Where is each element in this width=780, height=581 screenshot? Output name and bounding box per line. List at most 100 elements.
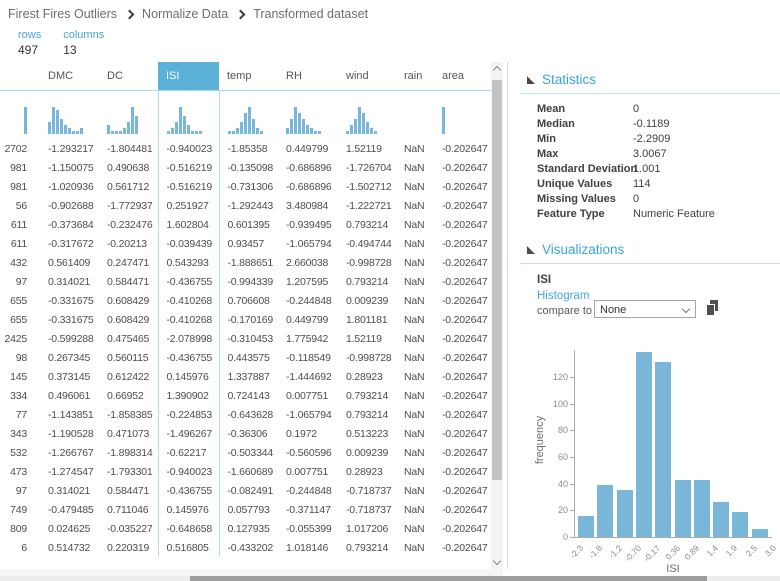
column-header-clipped[interactable] bbox=[0, 62, 40, 91]
table-cell[interactable]: NaN bbox=[396, 291, 434, 310]
table-cell[interactable]: NaN bbox=[396, 405, 434, 424]
table-cell[interactable]: 0.724143 bbox=[219, 386, 278, 405]
column-header-area[interactable]: area bbox=[434, 62, 492, 91]
table-cell[interactable]: -0.718737 bbox=[338, 500, 396, 519]
table-cell[interactable]: -0.686896 bbox=[278, 158, 338, 177]
table-cell[interactable]: 0.561409 bbox=[40, 253, 99, 272]
table-cell[interactable]: -0.718737 bbox=[338, 481, 396, 500]
table-cell[interactable]: -0.202647 bbox=[434, 177, 492, 196]
table-cell[interactable]: 1.801181 bbox=[338, 310, 396, 329]
vertical-scrollbar-thumb[interactable] bbox=[492, 80, 502, 480]
table-cell[interactable]: -0.643628 bbox=[219, 405, 278, 424]
table-cell[interactable]: 98 bbox=[0, 348, 40, 367]
table-cell[interactable]: 0.560115 bbox=[99, 348, 158, 367]
table-cell[interactable]: 611 bbox=[0, 215, 40, 234]
table-cell[interactable]: 0.496061 bbox=[40, 386, 99, 405]
table-cell[interactable]: -1.496267 bbox=[157, 424, 220, 443]
table-cell[interactable]: -0.202647 bbox=[434, 158, 492, 177]
table-cell[interactable]: -0.202647 bbox=[434, 253, 492, 272]
table-cell[interactable]: -0.202647 bbox=[434, 481, 492, 500]
table-cell[interactable]: 981 bbox=[0, 158, 40, 177]
copy-icon[interactable] bbox=[706, 300, 720, 316]
table-cell[interactable]: -0.244848 bbox=[278, 291, 338, 310]
table-cell[interactable]: 0.373145 bbox=[40, 367, 99, 386]
table-cell[interactable]: -1.793301 bbox=[99, 462, 158, 481]
table-cell[interactable]: -0.436755 bbox=[157, 481, 220, 500]
table-cell[interactable]: -0.202647 bbox=[434, 443, 492, 462]
table-cell[interactable]: -0.118549 bbox=[278, 348, 338, 367]
table-cell[interactable]: -0.516219 bbox=[157, 158, 220, 177]
table-cell[interactable]: 0.251927 bbox=[157, 196, 220, 215]
table-cell[interactable]: 343 bbox=[0, 424, 40, 443]
table-cell[interactable]: -0.039439 bbox=[157, 234, 220, 253]
table-cell[interactable]: 0.475465 bbox=[99, 329, 158, 348]
table-cell[interactable]: -0.317672 bbox=[40, 234, 99, 253]
table-cell[interactable]: -1.150075 bbox=[40, 158, 99, 177]
table-cell[interactable]: 3.480984 bbox=[278, 196, 338, 215]
table-cell[interactable]: -0.055399 bbox=[278, 519, 338, 538]
table-cell[interactable]: NaN bbox=[396, 158, 434, 177]
table-cell[interactable]: -0.202647 bbox=[434, 196, 492, 215]
column-header-ISI[interactable]: ISI bbox=[158, 62, 219, 91]
table-cell[interactable]: 0.608429 bbox=[99, 291, 158, 310]
table-cell[interactable]: NaN bbox=[396, 177, 434, 196]
table-cell[interactable]: -0.202647 bbox=[434, 462, 492, 481]
table-cell[interactable]: -0.940023 bbox=[157, 139, 220, 158]
table-cell[interactable]: 145 bbox=[0, 367, 40, 386]
table-cell[interactable]: 0.543293 bbox=[157, 253, 220, 272]
table-cell[interactable]: -0.62217 bbox=[157, 443, 220, 462]
table-cell[interactable]: 1.207595 bbox=[278, 272, 338, 291]
table-cell[interactable]: -0.202647 bbox=[434, 348, 492, 367]
table-cell[interactable]: 0.28923 bbox=[338, 367, 396, 386]
table-cell[interactable]: 0.127935 bbox=[219, 519, 278, 538]
table-cell[interactable]: -0.170169 bbox=[219, 310, 278, 329]
table-cell[interactable]: 97 bbox=[0, 272, 40, 291]
table-cell[interactable]: NaN bbox=[396, 272, 434, 291]
table-cell[interactable]: -0.36306 bbox=[219, 424, 278, 443]
table-cell[interactable]: 2.660038 bbox=[278, 253, 338, 272]
table-cell[interactable]: 56 bbox=[0, 196, 40, 215]
table-cell[interactable]: NaN bbox=[396, 196, 434, 215]
table-cell[interactable]: NaN bbox=[396, 367, 434, 386]
table-cell[interactable]: 0.145976 bbox=[157, 500, 220, 519]
table-cell[interactable]: -0.202647 bbox=[434, 291, 492, 310]
table-cell[interactable]: NaN bbox=[396, 462, 434, 481]
table-cell[interactable]: -0.998728 bbox=[338, 348, 396, 367]
table-cell[interactable]: -0.035227 bbox=[99, 519, 158, 538]
table-cell[interactable]: -1.888651 bbox=[219, 253, 278, 272]
table-cell[interactable]: 0.314021 bbox=[40, 481, 99, 500]
table-cell[interactable]: -1.726704 bbox=[338, 158, 396, 177]
table-cell[interactable]: -0.560596 bbox=[278, 443, 338, 462]
table-cell[interactable]: 1.018146 bbox=[278, 538, 338, 557]
table-cell[interactable]: 77 bbox=[0, 405, 40, 424]
column-header-rain[interactable]: rain bbox=[396, 62, 434, 91]
table-cell[interactable]: 0.93457 bbox=[219, 234, 278, 253]
table-cell[interactable]: -0.503344 bbox=[219, 443, 278, 462]
table-cell[interactable]: -1.85358 bbox=[219, 139, 278, 158]
table-cell[interactable]: 473 bbox=[0, 462, 40, 481]
table-cell[interactable]: 1.52119 bbox=[338, 329, 396, 348]
table-cell[interactable]: 0.793214 bbox=[338, 386, 396, 405]
table-cell[interactable]: 0.706608 bbox=[219, 291, 278, 310]
table-cell[interactable]: 2702 bbox=[0, 139, 40, 158]
table-cell[interactable]: -0.479485 bbox=[40, 500, 99, 519]
table-cell[interactable]: 0.28923 bbox=[338, 462, 396, 481]
table-cell[interactable]: NaN bbox=[396, 253, 434, 272]
table-cell[interactable]: 0.449799 bbox=[278, 310, 338, 329]
table-cell[interactable]: 0.314021 bbox=[40, 272, 99, 291]
table-cell[interactable]: NaN bbox=[396, 500, 434, 519]
statistics-section-header[interactable]: Statistics bbox=[527, 72, 596, 87]
table-cell[interactable]: 0.584471 bbox=[99, 272, 158, 291]
table-cell[interactable]: 0.145976 bbox=[157, 367, 220, 386]
table-cell[interactable]: 655 bbox=[0, 310, 40, 329]
table-cell[interactable]: -0.202647 bbox=[434, 538, 492, 557]
table-cell[interactable]: -0.331675 bbox=[40, 310, 99, 329]
table-cell[interactable]: -0.202647 bbox=[434, 329, 492, 348]
table-cell[interactable]: 0.220319 bbox=[99, 538, 158, 557]
table-cell[interactable]: 0.601395 bbox=[219, 215, 278, 234]
table-cell[interactable]: 0.007751 bbox=[278, 462, 338, 481]
table-cell[interactable]: 0.247471 bbox=[99, 253, 158, 272]
table-cell[interactable]: -0.202647 bbox=[434, 500, 492, 519]
table-cell[interactable]: -1.143851 bbox=[40, 405, 99, 424]
table-cell[interactable]: -0.433202 bbox=[219, 538, 278, 557]
